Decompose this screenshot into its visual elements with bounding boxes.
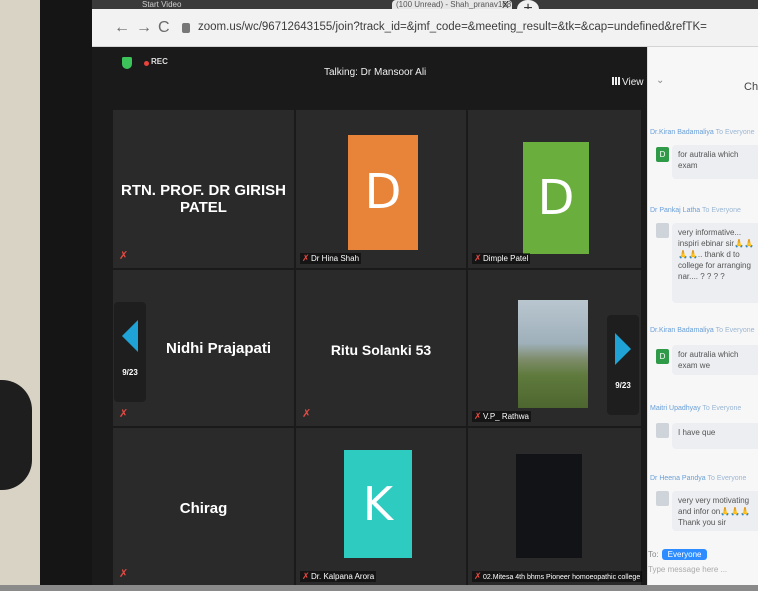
forward-button[interactable]: →	[136, 19, 152, 37]
chat-message-sender: Dr.Kiran Badamaliya To Everyone	[650, 129, 755, 136]
participant-avatar: D	[523, 142, 589, 254]
page-counter: 9/23	[122, 368, 138, 377]
participant-label-text: Dr Hina Shah	[311, 254, 360, 263]
muted-mic-icon: ✗	[119, 568, 129, 580]
participant-label: ✗V.P_ Rathwa	[472, 411, 531, 422]
address-bar[interactable]: zoom.us/wc/96712643155/join?track_id=&jm…	[198, 21, 707, 33]
monitor-bezel	[40, 0, 92, 591]
sender-avatar: D	[656, 147, 669, 162]
sender-avatar	[656, 223, 669, 238]
chat-header: ⌄ Ch	[648, 47, 758, 107]
muted-mic-icon: ✗	[474, 571, 482, 581]
arrow-left-icon	[122, 320, 138, 352]
muted-mic-icon: ✗	[119, 250, 129, 262]
chat-recipient-selector[interactable]: To: Everyone	[648, 549, 708, 560]
participant-video-photo	[518, 300, 588, 408]
participant-label-text: V.P_ Rathwa	[483, 412, 529, 421]
arrow-right-icon	[615, 333, 631, 365]
recipient: To Everyone	[715, 327, 755, 334]
active-speaker-label: Talking: Dr Mansoor Ali	[324, 67, 427, 78]
chat-message-text: very very motivating and infor on🙏🙏🙏 Tha…	[672, 491, 758, 531]
sender-avatar: D	[656, 349, 669, 364]
chat-title: Ch	[744, 81, 758, 93]
participant-label: ✗Dr. Kalpana Arora	[300, 571, 377, 582]
meeting-top-bar: REC Talking: Dr Mansoor Ali View	[92, 47, 647, 107]
page-counter: 9/23	[615, 381, 631, 390]
participant-tile-mitesa[interactable]: ✗02.Mitesa 4th bhms Pioneer homoeopathic…	[467, 427, 643, 587]
participant-avatar: D	[348, 135, 418, 250]
muted-mic-icon: ✗	[474, 253, 482, 263]
recipient: To Everyone	[715, 129, 755, 136]
sender-name: Dr Pankaj Latha	[650, 207, 701, 214]
reload-button[interactable]: C	[158, 19, 170, 37]
participant-tile-girish[interactable]: RTN. PROF. DR GIRISH PATEL ✗	[112, 109, 295, 269]
participant-label: ✗02.Mitesa 4th bhms Pioneer homoeopathic…	[472, 571, 643, 582]
recipient: To Everyone	[707, 475, 747, 482]
view-button-label: View	[622, 77, 644, 88]
participant-label-text: 02.Mitesa 4th bhms Pioneer homoeopathic …	[483, 574, 641, 581]
monitor-screen: Start Video (100 Unread) - Shah_pranav16…	[92, 0, 758, 591]
wall-background	[0, 0, 40, 591]
back-button[interactable]: ←	[114, 19, 130, 37]
participant-name: Chirag	[179, 500, 228, 517]
chat-message-text: I have que	[672, 423, 758, 449]
chat-message-input[interactable]: Type message here ...	[648, 565, 727, 574]
participant-avatar: K	[344, 450, 412, 558]
participant-tile-ritu[interactable]: Ritu Solanki 53 ✗	[295, 269, 467, 427]
chat-to-label: To:	[648, 550, 659, 559]
participant-name: RTN. PROF. DR GIRISH PATEL	[120, 182, 286, 216]
next-page-button[interactable]: 9/23	[607, 315, 639, 415]
meeting-area: REC Talking: Dr Mansoor Ali View RTN. PR…	[92, 47, 647, 591]
chat-message-text: very informative... inspiri ebinar sir🙏🙏…	[672, 223, 758, 303]
participant-label: ✗Dr Hina Shah	[300, 253, 362, 264]
muted-mic-icon: ✗	[119, 408, 129, 420]
chat-message-sender: Dr Heena Pandya To Everyone	[650, 475, 746, 482]
muted-mic-icon: ✗	[302, 408, 312, 420]
sender-name: Dr.Kiran Badamaliya	[650, 327, 714, 334]
view-button[interactable]: View	[612, 77, 644, 88]
sender-avatar	[656, 423, 669, 438]
recipient-dropdown[interactable]: Everyone	[661, 549, 708, 560]
recipient: To Everyone	[702, 207, 741, 214]
muted-mic-icon: ✗	[302, 571, 310, 581]
chevron-down-icon[interactable]: ⌄	[656, 75, 664, 86]
participant-label-text: Dr. Kalpana Arora	[311, 572, 375, 581]
sender-name: Maitri Upadhyay	[650, 405, 701, 412]
browser-tab[interactable]: Start Video	[142, 0, 182, 9]
participant-label: ✗Dimple Patel	[472, 253, 531, 264]
sender-avatar	[656, 491, 669, 506]
chat-message-text: for autralia which exam we	[672, 345, 758, 375]
participant-tile-dimple[interactable]: D ✗Dimple Patel	[467, 109, 642, 269]
sender-name: Dr.Kiran Badamaliya	[650, 129, 714, 136]
shield-icon[interactable]	[122, 57, 132, 69]
browser-tab-strip: Start Video (100 Unread) - Shah_pranav16…	[92, 0, 758, 9]
recipient: To Everyone	[702, 405, 742, 412]
participant-tile-kalpana[interactable]: K ✗Dr. Kalpana Arora	[295, 427, 467, 587]
lock-icon	[182, 23, 190, 33]
record-icon	[144, 61, 149, 66]
participant-name: Ritu Solanki 53	[330, 342, 432, 358]
participant-tile-chirag[interactable]: Chirag ✗	[112, 427, 295, 587]
monitor-stand-shadow	[0, 380, 32, 490]
muted-mic-icon: ✗	[302, 253, 310, 263]
chat-message-text: for autralia which exam	[672, 145, 758, 179]
chat-message-sender: Dr Pankaj Latha To Everyone	[650, 207, 741, 214]
chat-panel: ⌄ Ch Dr.Kiran Badamaliya To Everyone D f…	[647, 47, 758, 591]
participant-label-text: Dimple Patel	[483, 254, 529, 263]
chat-message-sender: Dr.Kiran Badamaliya To Everyone	[650, 327, 755, 334]
recording-label: REC	[151, 57, 168, 66]
participant-tile-hina[interactable]: D ✗Dr Hina Shah	[295, 109, 467, 269]
browser-toolbar: ← → C zoom.us/wc/96712643155/join?track_…	[92, 9, 758, 47]
monitor-bottom-edge	[0, 585, 758, 591]
previous-page-button[interactable]: 9/23	[114, 302, 146, 402]
grid-icon	[612, 77, 620, 85]
browser-tab-active[interactable]: (100 Unread) - Shah_pranav168...	[392, 0, 512, 9]
sender-name: Dr Heena Pandya	[650, 475, 706, 482]
muted-mic-icon: ✗	[474, 411, 482, 421]
chat-message-sender: Maitri Upadhyay To Everyone	[650, 405, 741, 412]
participant-video-dark	[516, 454, 582, 558]
